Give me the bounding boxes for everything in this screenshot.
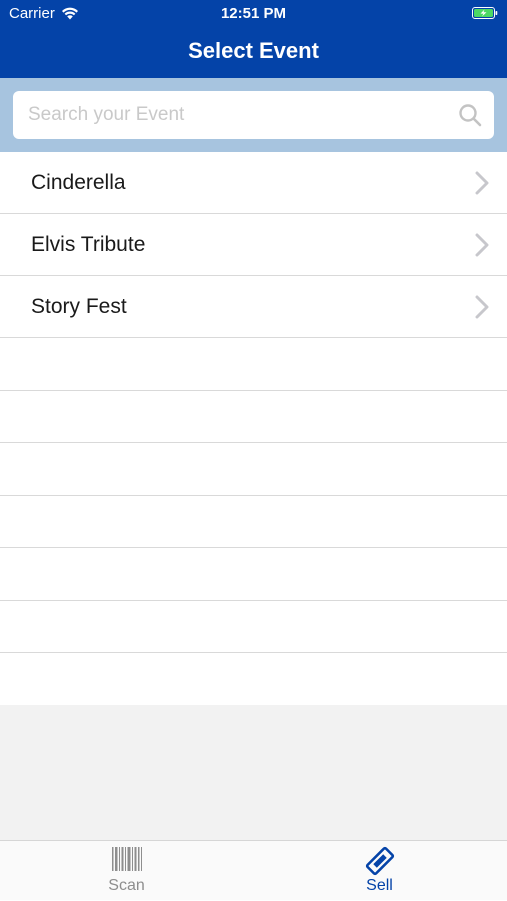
barcode-icon bbox=[111, 847, 142, 871]
page-title: Select Event bbox=[188, 38, 319, 63]
search-bar-container bbox=[0, 78, 507, 152]
empty-row bbox=[0, 443, 507, 496]
ticket-icon bbox=[365, 846, 394, 876]
chevron-right-icon bbox=[475, 233, 489, 257]
clock: 12:51 PM bbox=[220, 5, 287, 22]
empty-row bbox=[0, 391, 507, 443]
empty-row bbox=[0, 653, 507, 706]
tab-sell[interactable]: Sell bbox=[253, 841, 506, 901]
event-label: Cinderella bbox=[31, 171, 126, 194]
empty-row bbox=[0, 548, 507, 601]
empty-row bbox=[0, 601, 507, 653]
chevron-right-icon bbox=[475, 171, 489, 195]
search-icon[interactable] bbox=[458, 103, 482, 127]
event-list: Cinderella Elvis Tribute Story Fest bbox=[0, 152, 507, 706]
empty-row bbox=[0, 338, 507, 391]
navigation-header: Carrier 12:51 PM Select Event bbox=[0, 0, 507, 78]
tab-label: Sell bbox=[366, 877, 393, 894]
event-row-elvis-tribute[interactable]: Elvis Tribute bbox=[0, 214, 507, 276]
empty-row bbox=[0, 496, 507, 548]
event-label: Story Fest bbox=[31, 295, 127, 318]
status-bar: Carrier 12:51 PM bbox=[0, 5, 507, 25]
battery-icon bbox=[472, 7, 498, 19]
event-row-cinderella[interactable]: Cinderella bbox=[0, 152, 507, 214]
search-input[interactable] bbox=[28, 91, 448, 139]
event-row-story-fest[interactable]: Story Fest bbox=[0, 276, 507, 338]
chevron-right-icon bbox=[475, 295, 489, 319]
list-footer-background bbox=[0, 705, 507, 840]
search-box bbox=[13, 91, 494, 139]
event-label: Elvis Tribute bbox=[31, 233, 146, 256]
tab-bar: Scan Sell bbox=[0, 840, 507, 900]
tab-scan[interactable]: Scan bbox=[0, 841, 253, 901]
tab-label: Scan bbox=[108, 877, 145, 894]
